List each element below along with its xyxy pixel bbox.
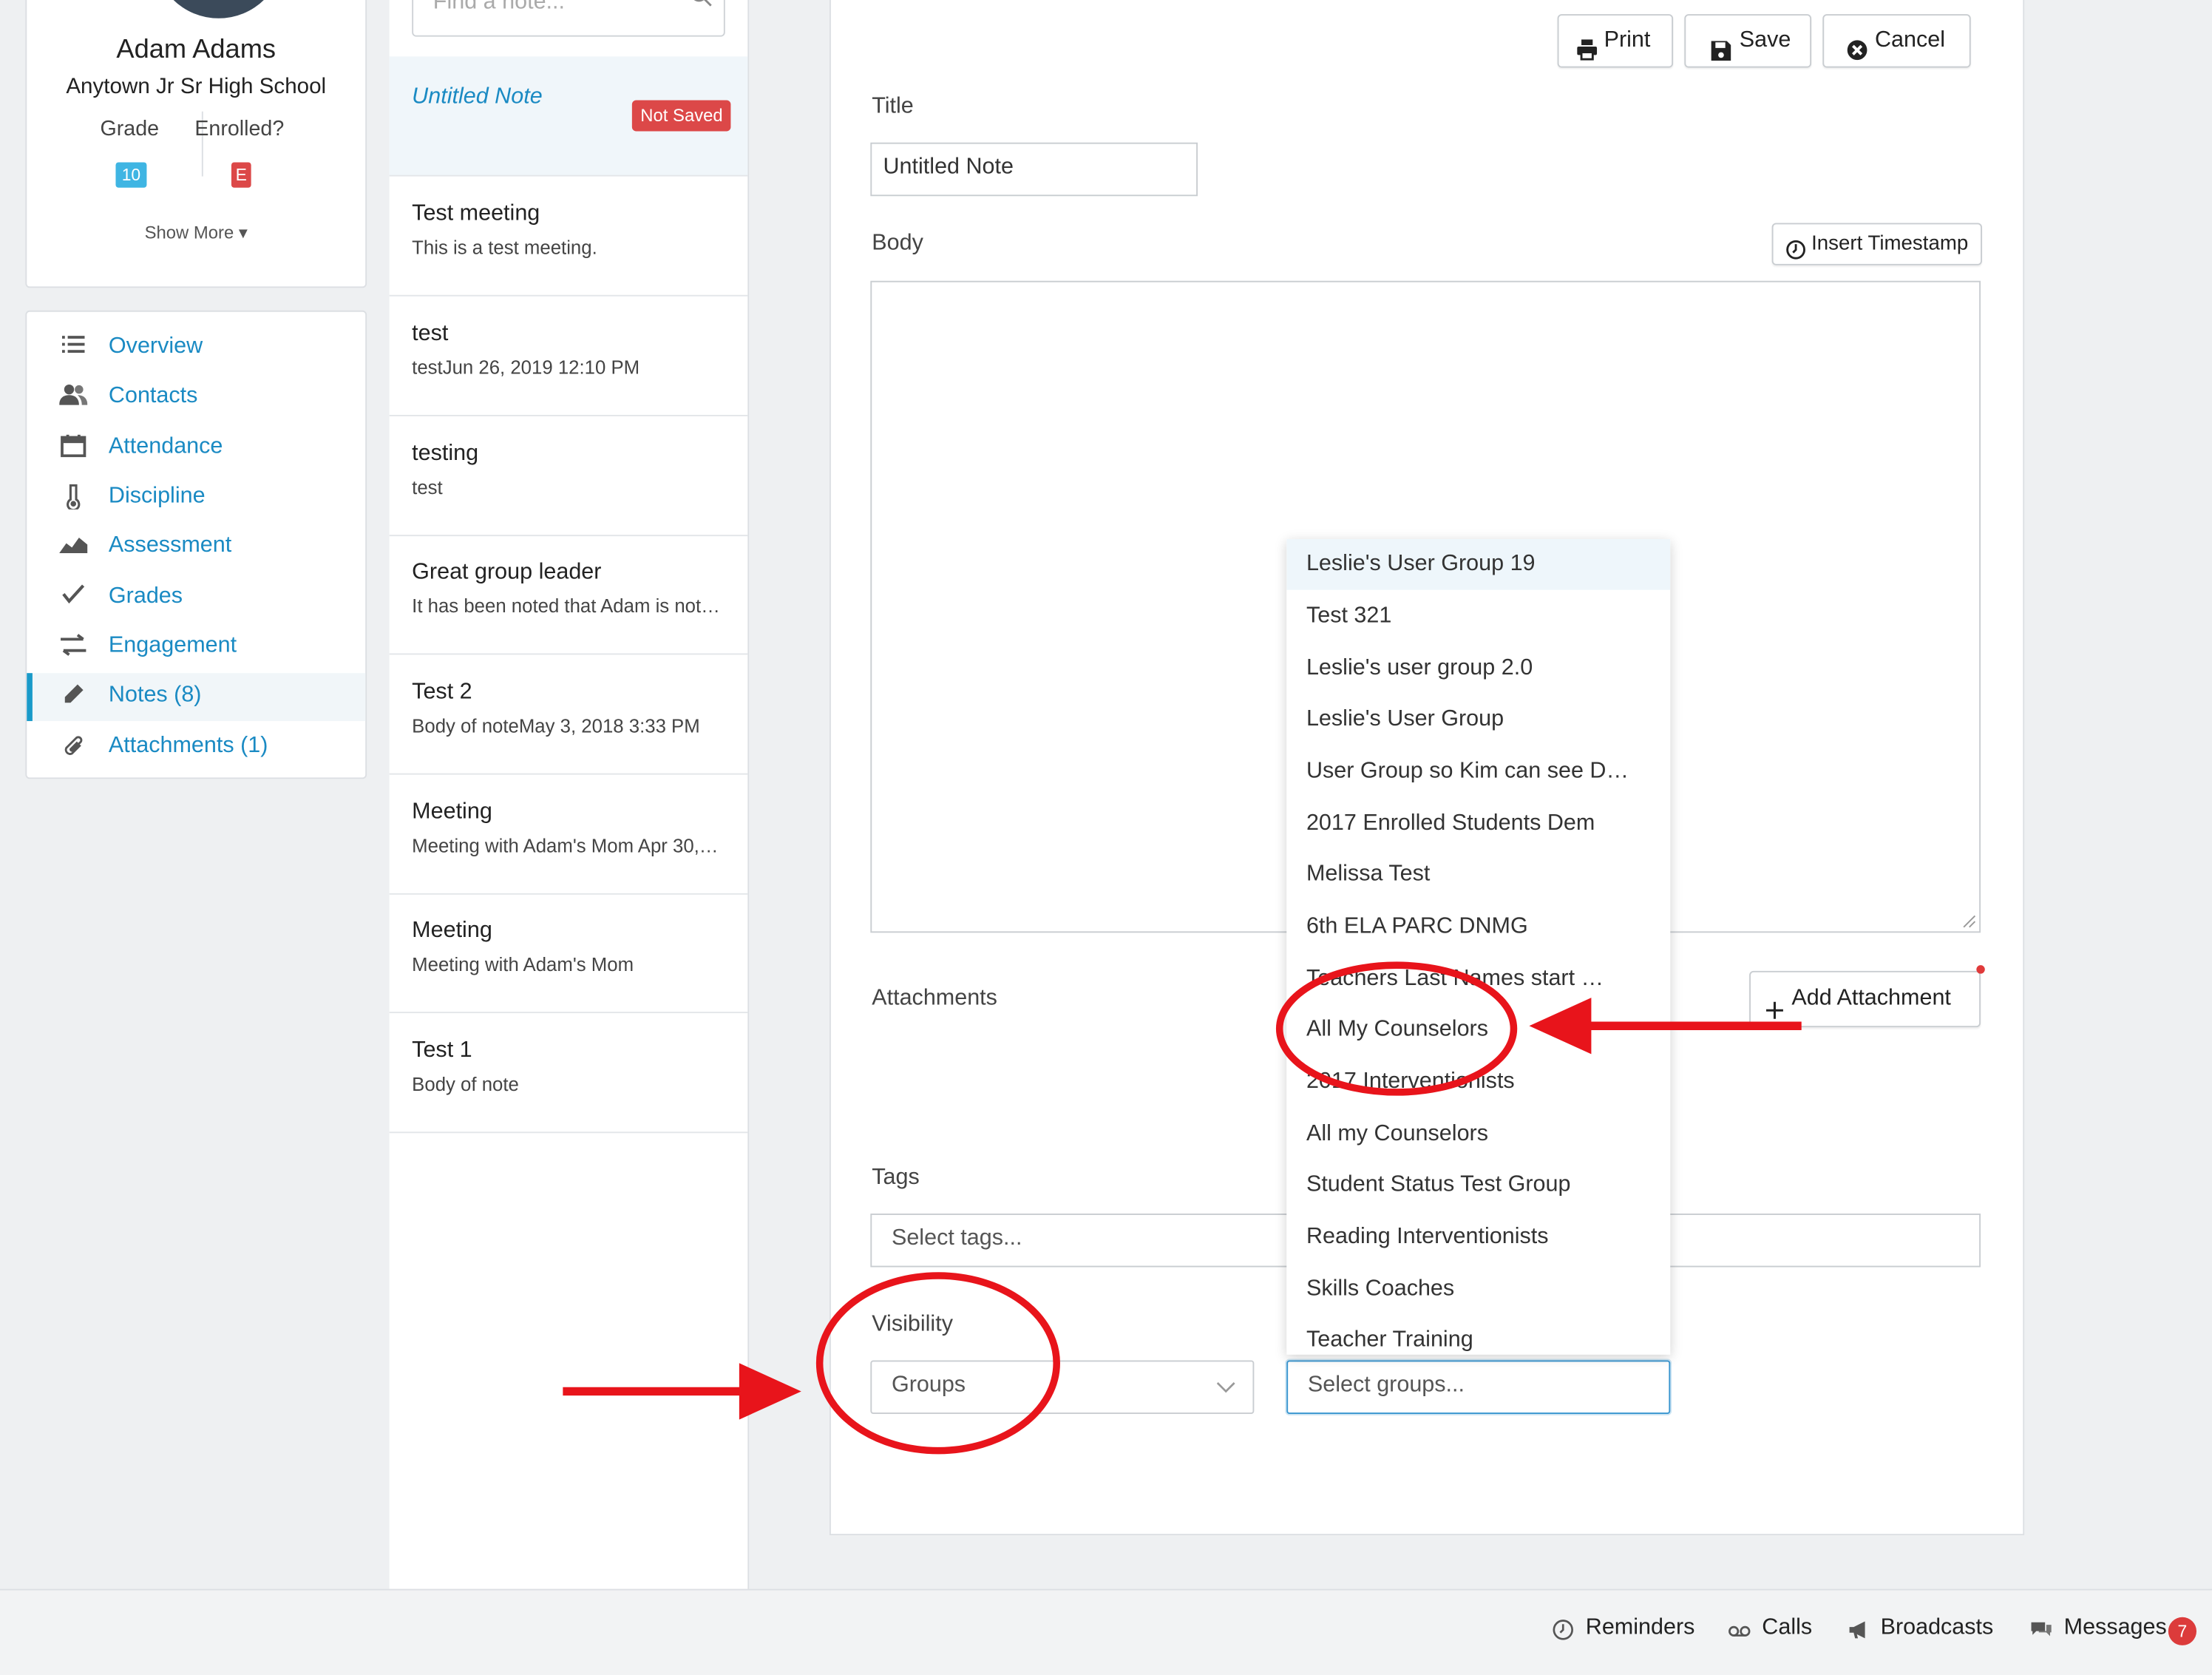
voicemail-icon <box>1728 1625 1751 1637</box>
messages-icon <box>2031 1622 2052 1637</box>
megaphone-icon <box>1849 1621 1865 1639</box>
annotation-arrowhead <box>739 1363 801 1420</box>
messages-link[interactable]: Messages <box>2064 1616 2167 1641</box>
annotation-overlay <box>563 961 1802 1455</box>
footer-bar: Reminders Calls Broadcasts Messages 7 <box>0 1588 2212 1675</box>
annotation-circle <box>815 1272 1060 1455</box>
reminders-link[interactable]: Reminders <box>1586 1616 1695 1641</box>
clock-icon <box>1553 1620 1573 1640</box>
broadcasts-link[interactable]: Broadcasts <box>1881 1616 1994 1641</box>
messages-count-badge: 7 <box>2168 1617 2197 1645</box>
annotation-circle <box>1275 961 1518 1096</box>
calls-link[interactable]: Calls <box>1762 1616 1812 1641</box>
annotation-arrowhead <box>1529 998 1592 1055</box>
